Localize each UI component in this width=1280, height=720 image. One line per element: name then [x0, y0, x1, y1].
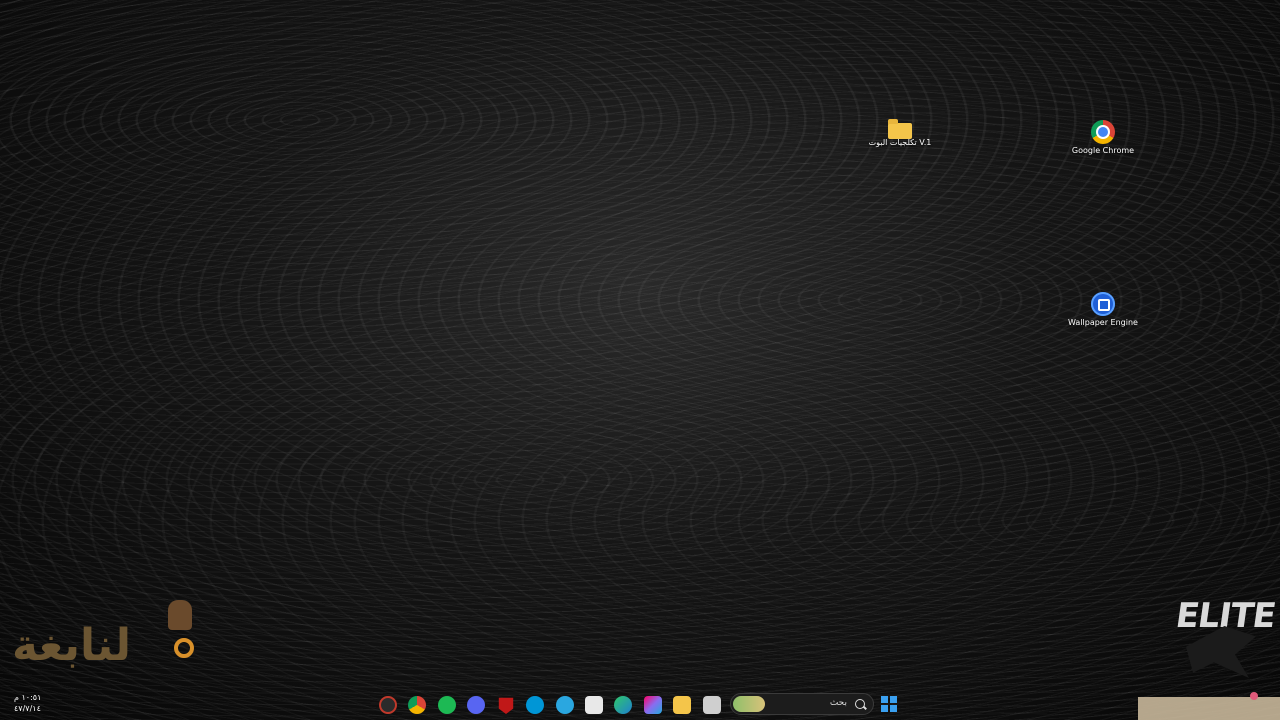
desktop-icon-label: Wallpaper Engine	[1068, 318, 1138, 327]
windows-logo-tile	[890, 705, 897, 712]
help-icon[interactable]	[556, 696, 574, 714]
wallpaper-engine-icon	[1091, 292, 1115, 316]
start-button[interactable]	[881, 696, 897, 712]
file-explorer-icon[interactable]	[673, 696, 691, 714]
mascot-figure	[168, 600, 192, 630]
overlay-banner	[1138, 697, 1280, 720]
clock-app-icon[interactable]	[379, 696, 397, 714]
search-label: بحث	[829, 698, 847, 708]
desktop-icon-folder[interactable]: تكلجيات البوت V.1	[862, 119, 938, 148]
search-highlight-image	[733, 696, 765, 712]
chrome-icon	[1091, 120, 1115, 144]
hp-icon[interactable]	[526, 696, 544, 714]
clock[interactable]: ١٠:٥١ م ٤٧/٧/١٤	[14, 692, 41, 714]
desktop-wallpaper	[0, 0, 1280, 720]
key-icon	[174, 638, 194, 658]
search-icon	[855, 699, 865, 709]
channel-logo-right: ELITE	[1173, 596, 1278, 696]
copilot-icon[interactable]	[644, 696, 662, 714]
left-logo-text: لنابغة	[12, 620, 133, 671]
clock-time: ١٠:٥١ م	[14, 693, 42, 702]
desktop-icon-wallpaper-engine[interactable]: Wallpaper Engine	[1065, 292, 1141, 328]
desktop-icon-label: Google Chrome	[1071, 146, 1135, 155]
taskbar-search[interactable]: بحث	[730, 693, 874, 715]
folder-icon	[888, 119, 912, 139]
discord-icon[interactable]	[467, 696, 485, 714]
chrome-icon[interactable]	[408, 696, 426, 714]
windows-logo-tile	[890, 696, 897, 703]
store-icon[interactable]	[585, 696, 603, 714]
taskbar	[0, 690, 1280, 720]
right-logo-text: ELITE	[1173, 596, 1278, 636]
notification-dot	[1250, 692, 1258, 700]
clock-date: ٤٧/٧/١٤	[14, 704, 41, 713]
spotify-icon[interactable]	[438, 696, 456, 714]
desktop-icon-chrome[interactable]: Google Chrome	[1065, 120, 1141, 156]
edge-icon[interactable]	[614, 696, 632, 714]
channel-logo-left: لنابغة	[12, 598, 194, 694]
windows-logo-tile	[881, 705, 888, 712]
windows-logo-tile	[881, 696, 888, 703]
app-window-icon[interactable]	[703, 696, 721, 714]
desktop-icon-label: تكلجيات البوت V.1	[868, 138, 932, 147]
